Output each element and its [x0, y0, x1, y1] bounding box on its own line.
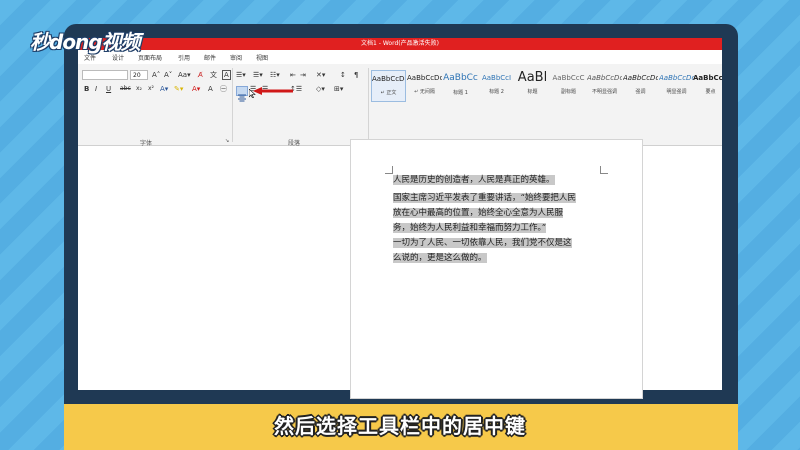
- mouse-cursor-icon: [249, 89, 256, 98]
- text-effects-icon[interactable]: A▾: [160, 84, 168, 94]
- style-sample: AaBbCcDc: [659, 74, 694, 82]
- style-sample: AaBbCcDc: [587, 74, 622, 82]
- underline-button[interactable]: U: [106, 84, 111, 94]
- selected-text: 人民是历史的创造者，人民是真正的英雄。: [393, 175, 555, 185]
- style-name: ↵ 无间隔: [414, 89, 435, 95]
- align-center-icon: [238, 94, 246, 102]
- tab-view[interactable]: 视图: [256, 53, 268, 62]
- style-name: 强调: [635, 89, 646, 95]
- font-name-input[interactable]: [82, 70, 128, 80]
- clear-format-icon[interactable]: A̸: [198, 70, 203, 80]
- font-size-input[interactable]: 20: [130, 70, 148, 80]
- style-name: 标题 2: [489, 89, 504, 95]
- style-name: 明显强调: [666, 89, 687, 95]
- style-emphasis[interactable]: AaBbCcDc 强调: [623, 70, 658, 102]
- tab-mailings[interactable]: 邮件: [204, 53, 216, 62]
- font-dialog-launcher-icon[interactable]: ↘: [225, 136, 229, 146]
- style-heading-2[interactable]: AaBbCcI 标题 2: [479, 70, 514, 102]
- borders-icon[interactable]: ⊞▾: [334, 84, 343, 94]
- numbering-icon[interactable]: ☰▾: [253, 70, 263, 80]
- style-sample: AaBbCcDc: [623, 74, 658, 82]
- strikethrough-button[interactable]: abc: [120, 84, 131, 94]
- style-name: 副标题: [560, 89, 576, 95]
- style-name: 要点: [705, 89, 716, 95]
- selected-text: 国家主席习近平发表了重要讲话，“始终要把人民: [393, 193, 576, 203]
- style-sample: AaBbCcC: [552, 74, 585, 82]
- italic-button[interactable]: I: [95, 84, 97, 94]
- selected-text: 务，始终为人民利益和幸福而努力工作。”: [393, 223, 547, 233]
- style-subtle-emphasis[interactable]: AaBbCcDc 不明显强调: [587, 70, 622, 102]
- style-intense-emphasis[interactable]: AaBbCcDc 明显强调: [659, 70, 694, 102]
- style-sample: AaBbCcDc: [372, 75, 405, 83]
- style-sample: AaBbCc: [443, 73, 478, 83]
- title-bar: 文档1 - Word(产品激活失败): [78, 38, 722, 50]
- tab-references[interactable]: 引用: [178, 53, 190, 62]
- divider: [368, 68, 369, 142]
- style-sample: AaBbCcDc: [693, 74, 722, 82]
- char-border-icon[interactable]: A: [222, 70, 231, 80]
- style-sample: AaBbCcI: [481, 74, 512, 82]
- change-case-icon[interactable]: Aa▾: [178, 70, 191, 80]
- style-sample: AaBbCcDc: [407, 74, 442, 82]
- multilevel-list-icon[interactable]: ☷▾: [270, 70, 280, 80]
- brand-watermark: 秒dong视频: [30, 30, 141, 54]
- tab-layout[interactable]: 页面布局: [138, 53, 162, 62]
- style-subtitle[interactable]: AaBbCcC 副标题: [551, 70, 586, 102]
- selected-text: 放在心中最高的位置，始终全心全意为人民服: [393, 208, 564, 218]
- bold-button[interactable]: B: [84, 84, 89, 94]
- paragraph-1[interactable]: 人民是历史的创造者，人民是真正的英雄。: [393, 173, 555, 188]
- char-shading-icon[interactable]: A: [208, 84, 213, 94]
- pointer-arrow-icon: [253, 87, 293, 95]
- bullets-icon[interactable]: ☰▾: [236, 70, 246, 80]
- page-margin-mark: [600, 166, 608, 174]
- style-name: ↵ 正文: [380, 90, 397, 96]
- phonetic-icon[interactable]: 文: [210, 70, 217, 80]
- increase-indent-icon[interactable]: ⇥: [300, 70, 306, 80]
- enclose-char-icon[interactable]: ㊀: [220, 84, 227, 94]
- selected-text: 一切为了人民、一切依靠人民，我们党不仅是这: [393, 238, 572, 248]
- show-marks-icon[interactable]: ¶: [354, 70, 358, 80]
- superscript-button[interactable]: x²: [148, 84, 154, 94]
- style-name: 标题: [527, 89, 538, 95]
- window-title: 文档1 - Word(产品激活失败): [361, 40, 439, 47]
- ribbon-tabs: 文件 设计 页面布局 引用 邮件 审阅 视图: [78, 50, 722, 64]
- paragraph-2[interactable]: 国家主席习近平发表了重要讲话，“始终要把人民 放在心中最高的位置，始终全心全意为…: [393, 191, 576, 236]
- chinese-layout-icon[interactable]: ✕▾: [316, 70, 325, 80]
- subscript-button[interactable]: x₂: [136, 84, 142, 94]
- align-center-button[interactable]: [236, 86, 248, 102]
- font-color-icon[interactable]: A▾: [192, 84, 200, 94]
- selected-text: 么说的，更是这么做的。: [393, 253, 487, 263]
- style-title[interactable]: AaBl 标题: [515, 70, 550, 102]
- style-name: 标题 1: [453, 90, 468, 96]
- sort-icon[interactable]: ↕: [340, 70, 346, 80]
- style-sample: AaBl: [517, 70, 548, 85]
- page-margin-mark: [385, 166, 393, 174]
- ribbon: 20 A˄ A˅ Aa▾ A̸ 文 A B I U abc x₂ x² A▾ ✎…: [78, 64, 722, 147]
- decrease-indent-icon[interactable]: ⇤: [290, 70, 296, 80]
- divider: [232, 68, 233, 142]
- highlight-icon[interactable]: ✎▾: [174, 84, 183, 94]
- style-name: 不明显强调: [591, 89, 617, 95]
- tab-review[interactable]: 审阅: [230, 53, 242, 62]
- subtitle-caption: 然后选择工具栏中的居中键: [274, 414, 526, 438]
- style-no-spacing[interactable]: AaBbCcDc ↵ 无间隔: [407, 70, 442, 102]
- style-strong[interactable]: AaBbCcDc 要点: [693, 70, 722, 102]
- document-page[interactable]: 人民是历史的创造者，人民是真正的英雄。 国家主席习近平发表了重要讲话，“始终要把…: [350, 139, 643, 399]
- grow-font-icon[interactable]: A˄: [152, 70, 160, 80]
- paragraph-3[interactable]: 一切为了人民、一切依靠人民，我们党不仅是这 么说的，更是这么做的。: [393, 236, 572, 266]
- shrink-font-icon[interactable]: A˅: [164, 70, 172, 80]
- shading-icon[interactable]: ◇▾: [316, 84, 325, 94]
- style-heading-1[interactable]: AaBbCc 标题 1: [443, 70, 478, 102]
- style-normal[interactable]: AaBbCcDc ↵ 正文: [371, 70, 406, 102]
